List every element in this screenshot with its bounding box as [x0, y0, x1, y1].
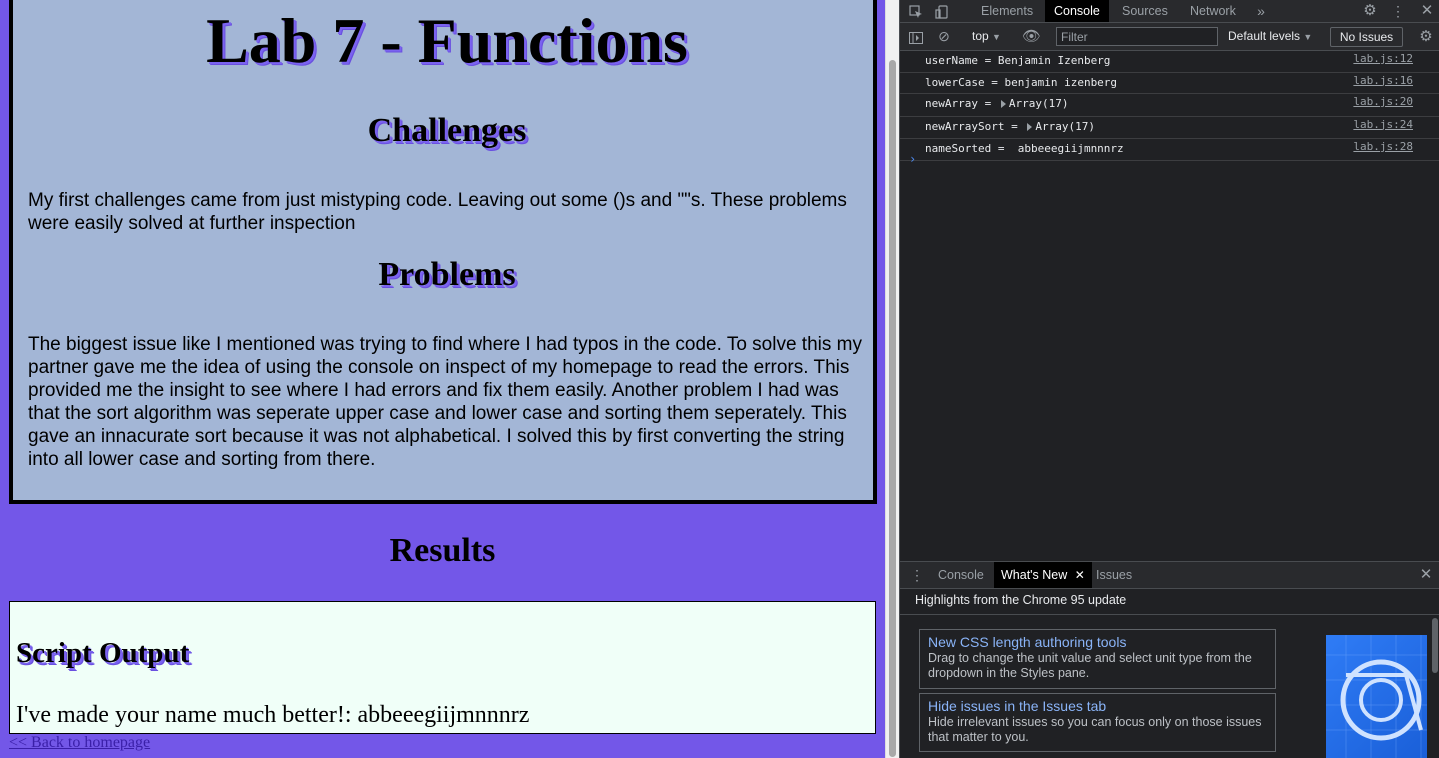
content-box: Lab 7 - Functions Challenges My first ch…: [9, 0, 877, 504]
drawer-tabbar: ⋮ Console What's New ✕ Issues ✕: [900, 561, 1439, 589]
more-tabs-icon[interactable]: »: [1254, 0, 1268, 22]
console-message-source-link[interactable]: lab.js:28: [1353, 137, 1413, 157]
settings-gear-icon[interactable]: ⚙: [1362, 0, 1378, 22]
devtools-panel: Elements Console Sources Network » ⚙ ⋮ ✕…: [899, 0, 1439, 758]
tab-elements[interactable]: Elements: [972, 0, 1042, 22]
expand-triangle-icon[interactable]: [1000, 100, 1006, 108]
tab-console[interactable]: Console: [1045, 0, 1109, 22]
console-message-text: newArraySort = Array(17): [925, 117, 1095, 137]
chevron-down-icon: ▼: [1303, 32, 1313, 42]
issues-button[interactable]: No Issues: [1330, 27, 1403, 47]
whats-new-scroll-thumb[interactable]: [1432, 618, 1438, 673]
page-title: Lab 7 - Functions: [206, 5, 688, 76]
drawer-menu-icon[interactable]: ⋮: [910, 562, 924, 588]
console-messages: userName = Benjamin Izenberg lab.js:12 l…: [900, 51, 1439, 161]
context-selector[interactable]: top ▼: [972, 23, 1001, 51]
tab-network[interactable]: Network: [1181, 0, 1245, 22]
console-message-prefix: newArray =: [925, 97, 998, 110]
console-message-source-link[interactable]: lab.js:20: [1353, 92, 1413, 112]
console-settings-gear-icon[interactable]: ⚙: [1418, 23, 1434, 50]
console-message-text: nameSorted = abbeeegiijmnnnrz: [925, 142, 1124, 155]
console-message: lowerCase = benjamin izenberg lab.js:16: [900, 71, 1439, 94]
drawer-tab-issues[interactable]: Issues: [1089, 562, 1139, 588]
whats-new-card[interactable]: New CSS length authoring tools Drag to c…: [919, 629, 1276, 689]
console-toolbar: ⊘ top ▼ 👁 Default levels ▼ No Issues ⚙: [900, 23, 1439, 51]
console-message-source-link[interactable]: lab.js:24: [1353, 115, 1413, 135]
whats-new-card-title[interactable]: New CSS length authoring tools: [928, 634, 1267, 651]
console-message-text: lowerCase = benjamin izenberg: [925, 75, 1118, 89]
sidebar-toggle-icon[interactable]: [908, 23, 924, 50]
web-page: Lab 7 - Functions Challenges My first ch…: [0, 0, 885, 758]
close-devtools-icon[interactable]: ✕: [1419, 0, 1435, 22]
device-toolbar-icon[interactable]: [934, 0, 950, 22]
inspect-element-icon[interactable]: [908, 0, 924, 22]
console-message: newArraySort = Array(17) lab.js:24: [900, 115, 1439, 139]
console-message-text: newArray = Array(17): [925, 94, 1068, 114]
console-object-preview[interactable]: Array(17): [1035, 120, 1095, 133]
close-tab-icon[interactable]: ✕: [1075, 568, 1085, 582]
console-message: nameSorted = abbeeegiijmnnnrz lab.js:28: [900, 139, 1439, 161]
close-drawer-icon[interactable]: ✕: [1418, 562, 1434, 588]
console-prompt-caret[interactable]: ›: [909, 152, 916, 166]
console-message: newArray = Array(17) lab.js:20: [900, 94, 1439, 117]
eye-icon[interactable]: 👁: [1022, 23, 1041, 50]
results-heading: Results: [389, 532, 496, 569]
expand-triangle-icon[interactable]: [1027, 122, 1033, 131]
console-message-prefix: newArraySort =: [925, 119, 1025, 133]
whats-new-card-title[interactable]: Hide issues in the Issues tab: [928, 698, 1267, 715]
drawer-tab-whats-new[interactable]: What's New ✕: [994, 562, 1092, 588]
challenges-heading: Challenges: [367, 112, 527, 149]
clear-console-icon[interactable]: ⊘: [936, 23, 952, 50]
chevron-down-icon: ▼: [992, 32, 1001, 42]
kebab-menu-icon[interactable]: ⋮: [1390, 0, 1406, 22]
problems-heading: Problems: [378, 256, 516, 293]
console-message-source-link[interactable]: lab.js:12: [1353, 49, 1413, 69]
whats-new-card[interactable]: Hide issues in the Issues tab Hide irrel…: [919, 693, 1276, 752]
tab-sources[interactable]: Sources: [1113, 0, 1177, 22]
whats-new-heading: Highlights from the Chrome 95 update: [915, 593, 1127, 607]
whats-new-card-desc: Hide irrelevant issues so you can focus …: [928, 715, 1262, 744]
drawer-tab-whats-new-label: What's New: [1001, 568, 1068, 582]
challenges-paragraph: My first challenges came from just misty…: [28, 190, 847, 234]
console-filter-input[interactable]: [1056, 27, 1218, 46]
chrome-update-illustration: [1326, 635, 1427, 758]
console-message-source-link[interactable]: lab.js:16: [1353, 71, 1413, 91]
script-output-text: I've made your name much better!: abbeee…: [16, 702, 530, 728]
drawer-tab-console[interactable]: Console: [931, 562, 991, 588]
divider: [900, 614, 1439, 615]
context-selector-value: top: [972, 29, 989, 43]
console-message-text: userName = Benjamin Izenberg: [925, 54, 1111, 67]
back-to-homepage-link[interactable]: << Back to homepage: [9, 733, 150, 753]
log-levels-value: Default levels: [1228, 29, 1301, 43]
script-output-box: Script Output I've made your name much b…: [9, 601, 876, 734]
devtools-tabbar: Elements Console Sources Network » ⚙ ⋮ ✕: [900, 0, 1439, 23]
whats-new-card-desc: Drag to change the unit value and select…: [928, 651, 1252, 680]
page-scrollbar[interactable]: [885, 0, 900, 758]
console-message: userName = Benjamin Izenberg lab.js:12: [900, 51, 1439, 73]
problems-paragraph: The biggest issue like I mentioned was t…: [28, 334, 862, 470]
script-output-heading: Script Output: [16, 637, 190, 669]
console-object-preview[interactable]: Array(17): [1009, 97, 1069, 110]
whats-new-scrollbar[interactable]: [1430, 615, 1439, 758]
page-scroll-thumb[interactable]: [889, 60, 896, 757]
log-levels-dropdown[interactable]: Default levels ▼: [1228, 23, 1312, 51]
